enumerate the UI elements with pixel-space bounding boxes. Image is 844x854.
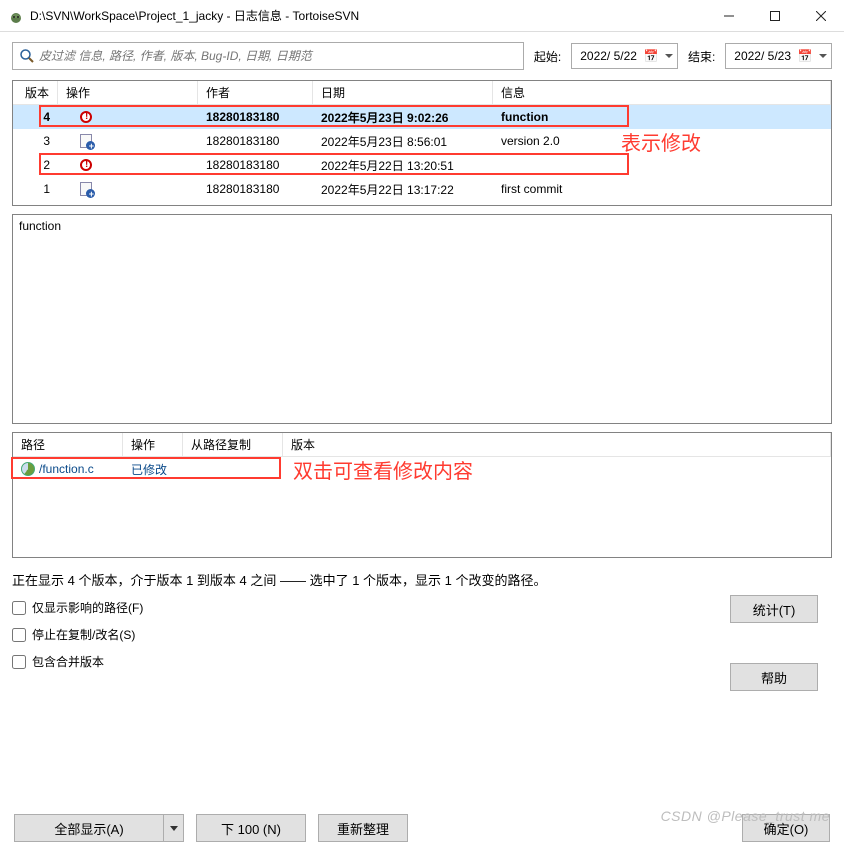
ok-button[interactable]: 确定(O) [742,814,830,842]
cell-ops [58,105,198,129]
file-icon [21,462,35,476]
cell-date: 2022年5月23日 9:02:26 [313,105,493,129]
cell-rev: 2 [13,153,58,177]
cell-msg [493,153,831,177]
col-ops[interactable]: 操作 [58,81,198,104]
log-row[interactable]: 3 182801831802022年5月23日 8:56:01version 2.… [13,129,831,153]
refresh-button[interactable]: 重新整理 [318,814,408,842]
cell-author: 18280183180 [198,105,313,129]
show-all-split-button[interactable]: 全部显示(A) [14,814,184,842]
cell-date: 2022年5月22日 13:20:51 [313,153,493,177]
path-row[interactable]: /function.c已修改 [13,457,831,481]
log-row[interactable]: 2 182801831802022年5月22日 13:20:51 [13,153,831,177]
check-stop[interactable]: 停止在复制/改名(S) [12,626,832,643]
cell-msg: version 2.0 [493,129,831,153]
end-date-value: 2022/ 5/23 [734,49,791,63]
calendar-icon: 📅 [797,48,813,64]
titlebar: D:\SVN\WorkSpace\Project_1_jacky - 日志信息 … [0,0,844,32]
minimize-button[interactable] [706,0,752,31]
paths-body: /function.c已修改 [13,457,831,557]
cell-ops [58,177,198,201]
added-icon [80,182,92,196]
message-panel[interactable]: function [12,214,832,424]
end-label: 结束: [688,48,715,65]
show-all-button[interactable]: 全部显示(A) [14,814,164,842]
status-line: 正在显示 4 个版本，介于版本 1 到版本 4 之间 —— 选中了 1 个版本，… [12,570,832,589]
cell-ops [58,129,198,153]
col-msg[interactable]: 信息 [493,81,831,104]
cell-rev: 4 [13,105,58,129]
cell-author: 18280183180 [198,153,313,177]
check-affected[interactable]: 仅显示影响的路径(F) [12,599,832,616]
end-date-picker[interactable]: 2022/ 5/23 📅 [725,43,832,69]
message-text: function [19,219,61,233]
cell-op: 已修改 [123,461,183,478]
cell-path: /function.c [13,462,123,476]
col-author[interactable]: 作者 [198,81,313,104]
filter-row: 起始: 2022/ 5/22 📅 结束: 2022/ 5/23 📅 [12,42,832,70]
cell-rev: 3 [13,129,58,153]
cell-date: 2022年5月23日 8:56:01 [313,129,493,153]
help-button[interactable]: 帮助 [730,663,818,691]
pcol-rev[interactable]: 版本 [283,433,831,456]
cell-author: 18280183180 [198,177,313,201]
added-icon [80,134,92,148]
log-row[interactable]: 1 182801831802022年5月22日 13:17:22first com… [13,177,831,201]
col-rev[interactable]: 版本 [13,81,58,104]
show-all-dropdown[interactable] [164,814,184,842]
pcol-op[interactable]: 操作 [123,433,183,456]
filter-input[interactable] [39,49,517,63]
modified-icon [80,111,92,123]
start-date-value: 2022/ 5/22 [580,49,637,63]
cell-msg: first commit [493,177,831,201]
search-icon [19,48,35,64]
log-list: 版本 操作 作者 日期 信息 4182801831802022年5月23日 9:… [12,80,832,206]
close-button[interactable] [798,0,844,31]
app-icon [8,8,24,24]
log-list-body: 4182801831802022年5月23日 9:02:26function31… [13,105,831,205]
start-label: 起始: [534,48,561,65]
check-merged[interactable]: 包含合并版本 [12,653,832,670]
modified-icon [80,159,92,171]
bottom-button-row: 全部显示(A) 下 100 (N) 重新整理 确定(O) [14,814,830,842]
paths-header: 路径 操作 从路径复制 版本 [13,433,831,457]
paths-list: 路径 操作 从路径复制 版本 /function.c已修改 双击可查看修改内容 [12,432,832,558]
check-stop-box[interactable] [12,628,26,642]
filter-input-wrap[interactable] [12,42,524,70]
cell-rev: 1 [13,177,58,201]
chevron-down-icon [170,826,178,831]
checkbox-group: 仅显示影响的路径(F) 停止在复制/改名(S) 包含合并版本 [12,599,832,670]
cell-msg: function [493,105,831,129]
pcol-from[interactable]: 从路径复制 [183,433,283,456]
chevron-down-icon [665,54,673,58]
log-list-header: 版本 操作 作者 日期 信息 [13,81,831,105]
chevron-down-icon [819,54,827,58]
col-date[interactable]: 日期 [313,81,493,104]
cell-ops [58,153,198,177]
window-title: D:\SVN\WorkSpace\Project_1_jacky - 日志信息 … [30,7,706,24]
maximize-button[interactable] [752,0,798,31]
cell-author: 18280183180 [198,129,313,153]
calendar-icon: 📅 [643,48,659,64]
start-date-picker[interactable]: 2022/ 5/22 📅 [571,43,678,69]
stats-button[interactable]: 统计(T) [730,595,818,623]
pcol-path[interactable]: 路径 [13,433,123,456]
cell-date: 2022年5月22日 13:17:22 [313,177,493,201]
check-affected-box[interactable] [12,601,26,615]
check-merged-box[interactable] [12,655,26,669]
next-100-button[interactable]: 下 100 (N) [196,814,306,842]
log-row[interactable]: 4 182801831802022年5月23日 9:02:26function [13,105,831,129]
